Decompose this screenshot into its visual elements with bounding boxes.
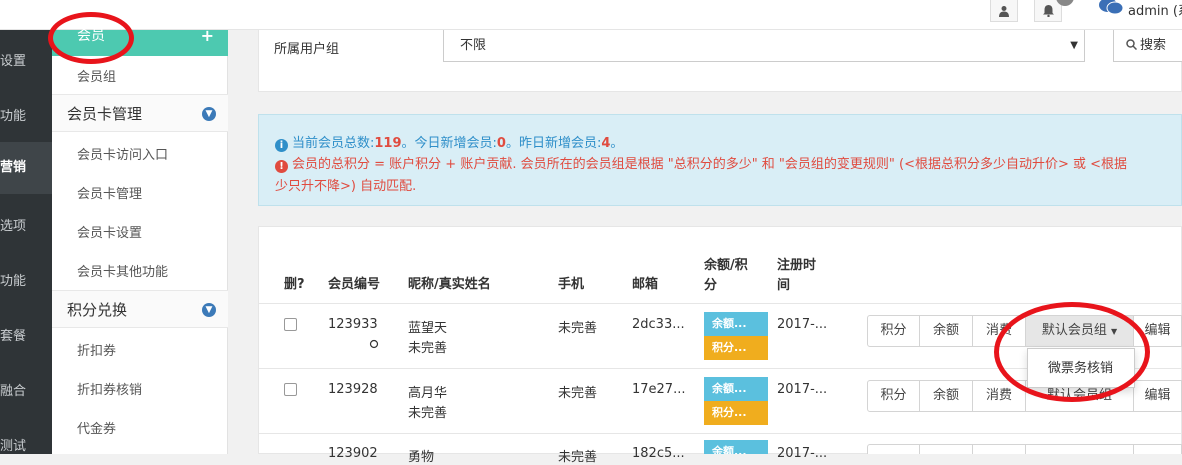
col-header-register-cont: 间 [777,278,791,293]
annotation-circle-member [48,12,134,64]
nav-item-more-functions[interactable]: 功能 [0,270,52,289]
today-new: 0 [496,136,506,151]
col-header-register: 注册时 [777,258,817,273]
submenu-item-card-settings[interactable]: 会员卡设置 [52,222,228,241]
consume-button[interactable] [973,444,1026,454]
member-realname: 未完善 [408,406,448,421]
member-id: 123928 [328,382,378,397]
balance-tag[interactable]: 余额... [704,440,768,454]
points-tag[interactable]: 积分... [704,401,768,425]
member-stats-line: i 当前会员总数:119。今日新增会员:0。昨日新增会员:4。 [275,132,623,152]
top-bar: admin (系 [0,0,1182,30]
edit-button[interactable] [1134,444,1182,454]
stats-text: 。今日新增会员: [401,136,497,151]
nav-item-marketing[interactable]: 营销 [0,142,52,194]
member-phone: 未完善 [558,386,598,401]
submenu-section-points[interactable]: 积分兑换 ▼ [52,290,228,328]
points-rule-line: ! 会员的总积分 = 账户积分 + 账户贡献. 会员所在的会员组是根据 "总积分的… [275,153,1127,173]
row-checkbox[interactable] [284,318,297,331]
points-button[interactable] [867,444,920,454]
user-group-select[interactable]: 不限 ▼ [443,30,1085,62]
warning-icon: ! [275,160,288,173]
points-button[interactable]: 积分 [867,380,920,412]
chevron-down-icon: ▼ [202,303,216,317]
user-icon [999,5,1009,17]
row-action-group [867,444,1182,454]
member-realname: 未完善 [408,341,448,356]
admin-account-label[interactable]: admin (系 [1128,0,1182,19]
col-header-email: 邮箱 [632,277,659,292]
rule-text: 会员的总积分 = 账户积分 + 账户贡献. 会员所在的会员组是根据 "总积分的多… [292,157,1128,172]
register-time: 2017-... [777,317,828,332]
member-id: 123933 [328,317,378,332]
search-button[interactable]: 搜索 [1113,30,1182,62]
member-group-dropdown[interactable] [1026,444,1134,454]
submenu-item-discount[interactable]: 折扣券 [52,340,228,359]
filter-panel: 所属用户组 不限 ▼ 搜索 [258,30,1182,92]
caret-down-icon: ▼ [1070,40,1078,51]
col-header-member-id: 会员编号 [328,277,381,292]
member-nickname: 高月华 [408,386,448,401]
stats-text: 当前会员总数: [292,136,375,151]
submenu-item-discount-verify[interactable]: 折扣券核销 [52,379,228,398]
section-label: 积分兑换 [67,301,128,319]
user-group-label: 所属用户组 [274,42,340,57]
info-alert: i 当前会员总数:119。今日新增会员:0。昨日新增会员:4。 ! 会员的总积分 =… [258,114,1182,206]
submenu-item-card-other[interactable]: 会员卡其他功能 [52,261,228,280]
col-header-delete: 删? [284,277,305,292]
row-checkbox[interactable] [284,383,297,396]
points-button[interactable]: 积分 [867,315,920,347]
select-value: 不限 [460,38,487,53]
nav-item-functions[interactable]: 功能 [0,105,52,124]
col-header-name: 昵称/真实姓名 [408,277,491,292]
submenu-section-member-card[interactable]: 会员卡管理 ▼ [52,94,228,132]
submenu-item-card-entry[interactable]: 会员卡访问入口 [52,144,228,163]
nav-item-options[interactable]: 选项 [0,215,52,234]
cursor-marker [369,339,379,349]
submenu-item-member-group[interactable]: 会员组 [52,66,228,85]
nav-item-test[interactable]: 测试 [0,435,52,454]
points-rule-line-cont: 少只升不降>) 自动匹配. [275,179,417,194]
edit-button[interactable]: 编辑 [1134,380,1182,412]
submenu-item-voucher[interactable]: 代金券 [52,418,228,437]
member-email: 17e27... [632,382,686,397]
plus-icon[interactable]: + [201,28,214,44]
balance-tag[interactable]: 余额... [704,312,768,336]
points-tag[interactable]: 积分... [704,336,768,360]
member-nickname: 勇物 [408,450,435,465]
user-button[interactable] [990,0,1018,22]
nav-item-settings[interactable]: 设置 [0,50,52,69]
register-time: 2017-... [777,382,828,397]
stats-text: 。昨日新增会员: [505,136,602,151]
header-divider [258,303,1182,304]
member-phone: 未完善 [558,321,598,336]
row-divider [258,433,1182,434]
nav-item-packages[interactable]: 套餐 [0,325,52,344]
member-email: 2dc33... [632,317,685,332]
bell-icon [1042,5,1054,17]
search-label: 搜索 [1140,38,1167,53]
balance-tag[interactable]: 余额... [704,377,768,401]
section-label: 会员卡管理 [67,105,143,123]
sub-menu: 会员 + 会员组 会员卡管理 ▼ 会员卡访问入口 会员卡管理 会员卡设置 会员卡… [52,28,228,454]
chevron-down-icon: ▼ [202,107,216,121]
member-phone: 未完善 [558,450,598,465]
main-nav: 设置 功能 营销 选项 功能 套餐 融合 测试 [0,30,52,454]
stats-text: 。 [610,136,624,151]
balance-button[interactable] [920,444,973,454]
col-header-phone: 手机 [558,277,585,292]
nav-item-fusion[interactable]: 融合 [0,380,52,399]
wechat-icon [1099,0,1124,15]
member-nickname: 蓝望天 [408,321,448,336]
annotation-circle-dropdown [994,302,1150,402]
search-icon [1126,39,1138,51]
submenu-item-card-manage[interactable]: 会员卡管理 [52,183,228,202]
balance-button[interactable]: 余额 [920,315,973,347]
col-header-balance: 余额/积 [704,258,748,273]
balance-button[interactable]: 余额 [920,380,973,412]
total-members: 119 [374,136,402,151]
col-header-balance-cont: 分 [704,278,718,293]
info-icon: i [275,139,288,152]
